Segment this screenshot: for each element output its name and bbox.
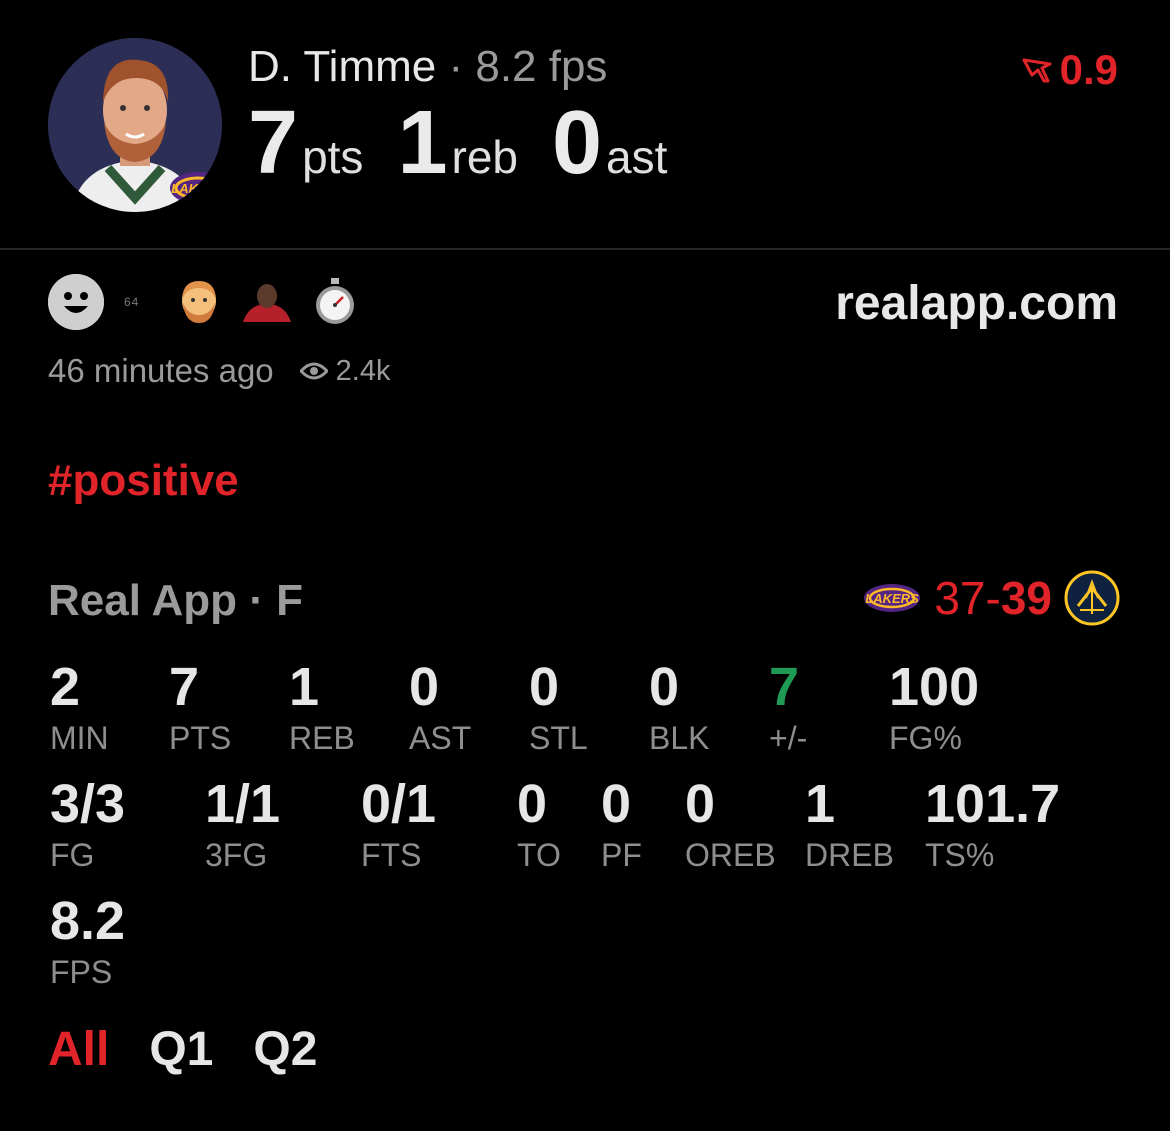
stat-plus-minus: 7 +/-: [769, 657, 808, 756]
stopwatch-icon[interactable]: [313, 278, 357, 326]
rebounds-unit: reb: [451, 131, 518, 183]
stat-3fg: 1/1 3FG: [205, 774, 281, 873]
rebounds-value: 1: [397, 93, 448, 193]
stat-pf: 0 PF: [601, 774, 642, 873]
player-header: LAKERS D. Timme · 8.2 fps 7pts 1reb 0ast 0…: [0, 0, 1170, 250]
game-score[interactable]: LAKERS 37-39: [862, 570, 1120, 626]
stat-fts: 0/1 FTS: [361, 774, 437, 873]
reaction-count: 64: [124, 295, 140, 309]
post-time: 46 minutes ago: [48, 352, 274, 389]
player-name[interactable]: D. Timme: [248, 42, 436, 91]
rating-badge[interactable]: 0.9: [1022, 46, 1118, 94]
assists-value: 0: [551, 93, 603, 193]
tab-all[interactable]: All: [48, 1022, 109, 1077]
view-count-value: 2.4k: [335, 354, 391, 387]
player-photo: LAKERS: [48, 38, 222, 212]
eye-icon: [299, 362, 328, 380]
stat-pts: 7 PTS: [169, 657, 232, 756]
stat-dreb: 1 DREB: [805, 774, 894, 873]
stat-oreb: 0 OREB: [685, 774, 776, 873]
assists-unit: ast: [606, 131, 668, 183]
period-tabs: All Q1 Q2: [48, 1022, 317, 1077]
nuggets-logo-icon: [1064, 570, 1120, 626]
player-fps: 8.2 fps: [475, 42, 608, 91]
home-score: 37-39: [934, 572, 1052, 624]
hashtag-link[interactable]: #positive: [48, 456, 239, 506]
game-title[interactable]: Real App · F: [48, 576, 303, 626]
stat-fg-pct: 100 FG%: [889, 657, 980, 756]
smiley-icon: [48, 274, 104, 330]
bearded-person-emoji-icon[interactable]: [177, 279, 221, 325]
add-reaction-button[interactable]: [48, 274, 104, 330]
points-value: 7: [248, 93, 299, 193]
svg-text:LAKERS: LAKERS: [866, 591, 920, 606]
stat-fps: 8.2 FPS: [50, 891, 126, 990]
lakers-logo-icon: LAKERS: [864, 584, 921, 612]
player-sticker-icon[interactable]: [241, 282, 293, 322]
tab-q1[interactable]: Q1: [149, 1022, 213, 1077]
rating-arrow-icon: [1022, 58, 1052, 83]
player-title: D. Timme · 8.2 fps: [248, 42, 607, 92]
tab-q2[interactable]: Q2: [253, 1022, 317, 1077]
stat-blk: 0 BLK: [649, 657, 710, 756]
points-unit: pts: [302, 131, 364, 183]
player-avatar[interactable]: LAKERS: [48, 38, 222, 212]
post-meta: 46 minutes ago 2.4k: [48, 352, 390, 390]
stat-stl: 0 STL: [529, 657, 588, 756]
source-link[interactable]: realapp.com: [835, 276, 1118, 331]
stat-to: 0 TO: [517, 774, 561, 873]
stat-ts-pct: 101.7 TS%: [925, 774, 1061, 873]
stat-reb: 1 REB: [289, 657, 355, 756]
svg-text:LAKERS: LAKERS: [171, 181, 222, 196]
view-count: 2.4k: [299, 354, 391, 388]
away-score: 39: [1000, 572, 1052, 624]
rating-value: 0.9: [1059, 46, 1118, 93]
player-statline: 7pts 1reb 0ast: [248, 98, 701, 188]
stat-min: 2 MIN: [50, 657, 109, 756]
reactions-bar: 64: [48, 272, 357, 332]
stat-ast: 0 AST: [409, 657, 472, 756]
stat-fg: 3/3 FG: [50, 774, 126, 873]
title-separator: ·: [436, 42, 476, 91]
